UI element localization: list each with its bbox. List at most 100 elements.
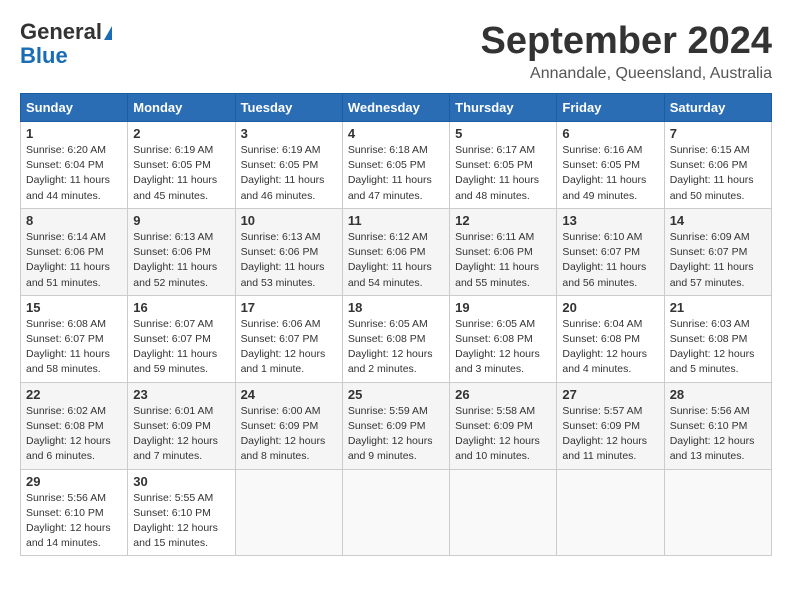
- day-info: Sunrise: 6:16 AMSunset: 6:05 PMDaylight:…: [562, 143, 658, 204]
- location: Annandale, Queensland, Australia: [481, 65, 773, 83]
- day-info: Sunrise: 6:09 AMSunset: 6:07 PMDaylight:…: [670, 230, 766, 291]
- table-row: 3 Sunrise: 6:19 AMSunset: 6:05 PMDaylight…: [235, 122, 342, 209]
- table-row: 16 Sunrise: 6:07 AMSunset: 6:07 PMDayligh…: [128, 295, 235, 382]
- day-info: Sunrise: 6:13 AMSunset: 6:06 PMDaylight:…: [133, 230, 229, 291]
- day-number: 5: [455, 126, 551, 141]
- table-row: 8 Sunrise: 6:14 AMSunset: 6:06 PMDaylight…: [21, 208, 128, 295]
- day-info: Sunrise: 6:01 AMSunset: 6:09 PMDaylight:…: [133, 404, 229, 465]
- day-info: Sunrise: 5:58 AMSunset: 6:09 PMDaylight:…: [455, 404, 551, 465]
- day-number: 10: [241, 213, 337, 228]
- day-number: 7: [670, 126, 766, 141]
- day-info: Sunrise: 6:14 AMSunset: 6:06 PMDaylight:…: [26, 230, 122, 291]
- table-row: 26Sunrise: 5:58 AMSunset: 6:09 PMDayligh…: [450, 382, 557, 469]
- table-row: 18 Sunrise: 6:05 AMSunset: 6:08 PMDayligh…: [342, 295, 449, 382]
- calendar-week-row: 8 Sunrise: 6:14 AMSunset: 6:06 PMDaylight…: [21, 208, 772, 295]
- day-number: 20: [562, 300, 658, 315]
- table-row: 28 Sunrise: 5:56 AMSunset: 6:10 PMDayligh…: [664, 382, 771, 469]
- table-row: 7 Sunrise: 6:15 AMSunset: 6:06 PMDaylight…: [664, 122, 771, 209]
- day-number: 2: [133, 126, 229, 141]
- day-info: Sunrise: 6:04 AMSunset: 6:08 PMDaylight:…: [562, 317, 658, 378]
- day-info: Sunrise: 6:02 AMSunset: 6:08 PMDaylight:…: [26, 404, 122, 465]
- table-row: 5 Sunrise: 6:17 AMSunset: 6:05 PMDaylight…: [450, 122, 557, 209]
- day-number: 30: [133, 474, 229, 489]
- day-info: Sunrise: 6:19 AMSunset: 6:05 PMDaylight:…: [241, 143, 337, 204]
- day-number: 6: [562, 126, 658, 141]
- calendar-header-row: Sunday Monday Tuesday Wednesday Thursday…: [21, 94, 772, 122]
- day-info: Sunrise: 6:08 AMSunset: 6:07 PMDaylight:…: [26, 317, 122, 378]
- day-info: Sunrise: 6:20 AMSunset: 6:04 PMDaylight:…: [26, 143, 122, 204]
- day-number: 8: [26, 213, 122, 228]
- day-info: Sunrise: 6:15 AMSunset: 6:06 PMDaylight:…: [670, 143, 766, 204]
- table-row: 17Sunrise: 6:06 AMSunset: 6:07 PMDayligh…: [235, 295, 342, 382]
- table-row: 27 Sunrise: 5:57 AMSunset: 6:09 PMDayligh…: [557, 382, 664, 469]
- col-thursday: Thursday: [450, 94, 557, 122]
- table-row: 10 Sunrise: 6:13 AMSunset: 6:06 PMDayligh…: [235, 208, 342, 295]
- table-row: 21Sunrise: 6:03 AMSunset: 6:08 PMDayligh…: [664, 295, 771, 382]
- day-number: 12: [455, 213, 551, 228]
- day-number: 11: [348, 213, 444, 228]
- title-block: September 2024 Annandale, Queensland, Au…: [481, 20, 773, 83]
- day-info: Sunrise: 6:00 AMSunset: 6:09 PMDaylight:…: [241, 404, 337, 465]
- table-row: 6 Sunrise: 6:16 AMSunset: 6:05 PMDaylight…: [557, 122, 664, 209]
- day-number: 18: [348, 300, 444, 315]
- day-number: 17: [241, 300, 337, 315]
- day-info: Sunrise: 6:11 AMSunset: 6:06 PMDaylight:…: [455, 230, 551, 291]
- table-row: 30Sunrise: 5:55 AMSunset: 6:10 PMDayligh…: [128, 469, 235, 556]
- table-row: [664, 469, 771, 556]
- table-row: 29Sunrise: 5:56 AMSunset: 6:10 PMDayligh…: [21, 469, 128, 556]
- day-number: 24: [241, 387, 337, 402]
- day-number: 27: [562, 387, 658, 402]
- month-title: September 2024: [481, 20, 773, 63]
- day-info: Sunrise: 6:07 AMSunset: 6:07 PMDaylight:…: [133, 317, 229, 378]
- calendar-week-row: 1 Sunrise: 6:20 AMSunset: 6:04 PMDaylight…: [21, 122, 772, 209]
- table-row: 11 Sunrise: 6:12 AMSunset: 6:06 PMDayligh…: [342, 208, 449, 295]
- day-number: 22: [26, 387, 122, 402]
- day-number: 19: [455, 300, 551, 315]
- day-number: 3: [241, 126, 337, 141]
- day-number: 25: [348, 387, 444, 402]
- calendar-week-row: 29Sunrise: 5:56 AMSunset: 6:10 PMDayligh…: [21, 469, 772, 556]
- table-row: 4Sunrise: 6:18 AMSunset: 6:05 PMDaylight…: [342, 122, 449, 209]
- day-info: Sunrise: 6:18 AMSunset: 6:05 PMDaylight:…: [348, 143, 444, 204]
- table-row: 23Sunrise: 6:01 AMSunset: 6:09 PMDayligh…: [128, 382, 235, 469]
- page-header: General Blue September 2024 Annandale, Q…: [20, 20, 772, 83]
- day-number: 9: [133, 213, 229, 228]
- day-info: Sunrise: 6:17 AMSunset: 6:05 PMDaylight:…: [455, 143, 551, 204]
- day-info: Sunrise: 6:19 AMSunset: 6:05 PMDaylight:…: [133, 143, 229, 204]
- day-number: 15: [26, 300, 122, 315]
- calendar-week-row: 22 Sunrise: 6:02 AMSunset: 6:08 PMDayligh…: [21, 382, 772, 469]
- day-info: Sunrise: 6:05 AMSunset: 6:08 PMDaylight:…: [348, 317, 444, 378]
- table-row: 25 Sunrise: 5:59 AMSunset: 6:09 PMDayligh…: [342, 382, 449, 469]
- day-number: 28: [670, 387, 766, 402]
- logo-icon: [104, 26, 112, 40]
- col-monday: Monday: [128, 94, 235, 122]
- day-number: 29: [26, 474, 122, 489]
- calendar-week-row: 15 Sunrise: 6:08 AMSunset: 6:07 PMDayligh…: [21, 295, 772, 382]
- table-row: 1 Sunrise: 6:20 AMSunset: 6:04 PMDaylight…: [21, 122, 128, 209]
- table-row: 24 Sunrise: 6:00 AMSunset: 6:09 PMDayligh…: [235, 382, 342, 469]
- calendar-table: Sunday Monday Tuesday Wednesday Thursday…: [20, 93, 772, 556]
- day-info: Sunrise: 6:12 AMSunset: 6:06 PMDaylight:…: [348, 230, 444, 291]
- day-info: Sunrise: 6:05 AMSunset: 6:08 PMDaylight:…: [455, 317, 551, 378]
- day-number: 1: [26, 126, 122, 141]
- table-row: 20 Sunrise: 6:04 AMSunset: 6:08 PMDayligh…: [557, 295, 664, 382]
- logo-blue: Blue: [20, 44, 112, 68]
- col-saturday: Saturday: [664, 94, 771, 122]
- day-number: 13: [562, 213, 658, 228]
- day-info: Sunrise: 6:10 AMSunset: 6:07 PMDaylight:…: [562, 230, 658, 291]
- table-row: 15 Sunrise: 6:08 AMSunset: 6:07 PMDayligh…: [21, 295, 128, 382]
- day-info: Sunrise: 6:13 AMSunset: 6:06 PMDaylight:…: [241, 230, 337, 291]
- day-info: Sunrise: 5:56 AMSunset: 6:10 PMDaylight:…: [670, 404, 766, 465]
- day-info: Sunrise: 5:57 AMSunset: 6:09 PMDaylight:…: [562, 404, 658, 465]
- day-number: 16: [133, 300, 229, 315]
- day-info: Sunrise: 5:59 AMSunset: 6:09 PMDaylight:…: [348, 404, 444, 465]
- day-number: 14: [670, 213, 766, 228]
- col-sunday: Sunday: [21, 94, 128, 122]
- table-row: 14 Sunrise: 6:09 AMSunset: 6:07 PMDayligh…: [664, 208, 771, 295]
- table-row: [235, 469, 342, 556]
- table-row: 12 Sunrise: 6:11 AMSunset: 6:06 PMDayligh…: [450, 208, 557, 295]
- col-tuesday: Tuesday: [235, 94, 342, 122]
- table-row: 9 Sunrise: 6:13 AMSunset: 6:06 PMDaylight…: [128, 208, 235, 295]
- table-row: 19 Sunrise: 6:05 AMSunset: 6:08 PMDayligh…: [450, 295, 557, 382]
- table-row: [557, 469, 664, 556]
